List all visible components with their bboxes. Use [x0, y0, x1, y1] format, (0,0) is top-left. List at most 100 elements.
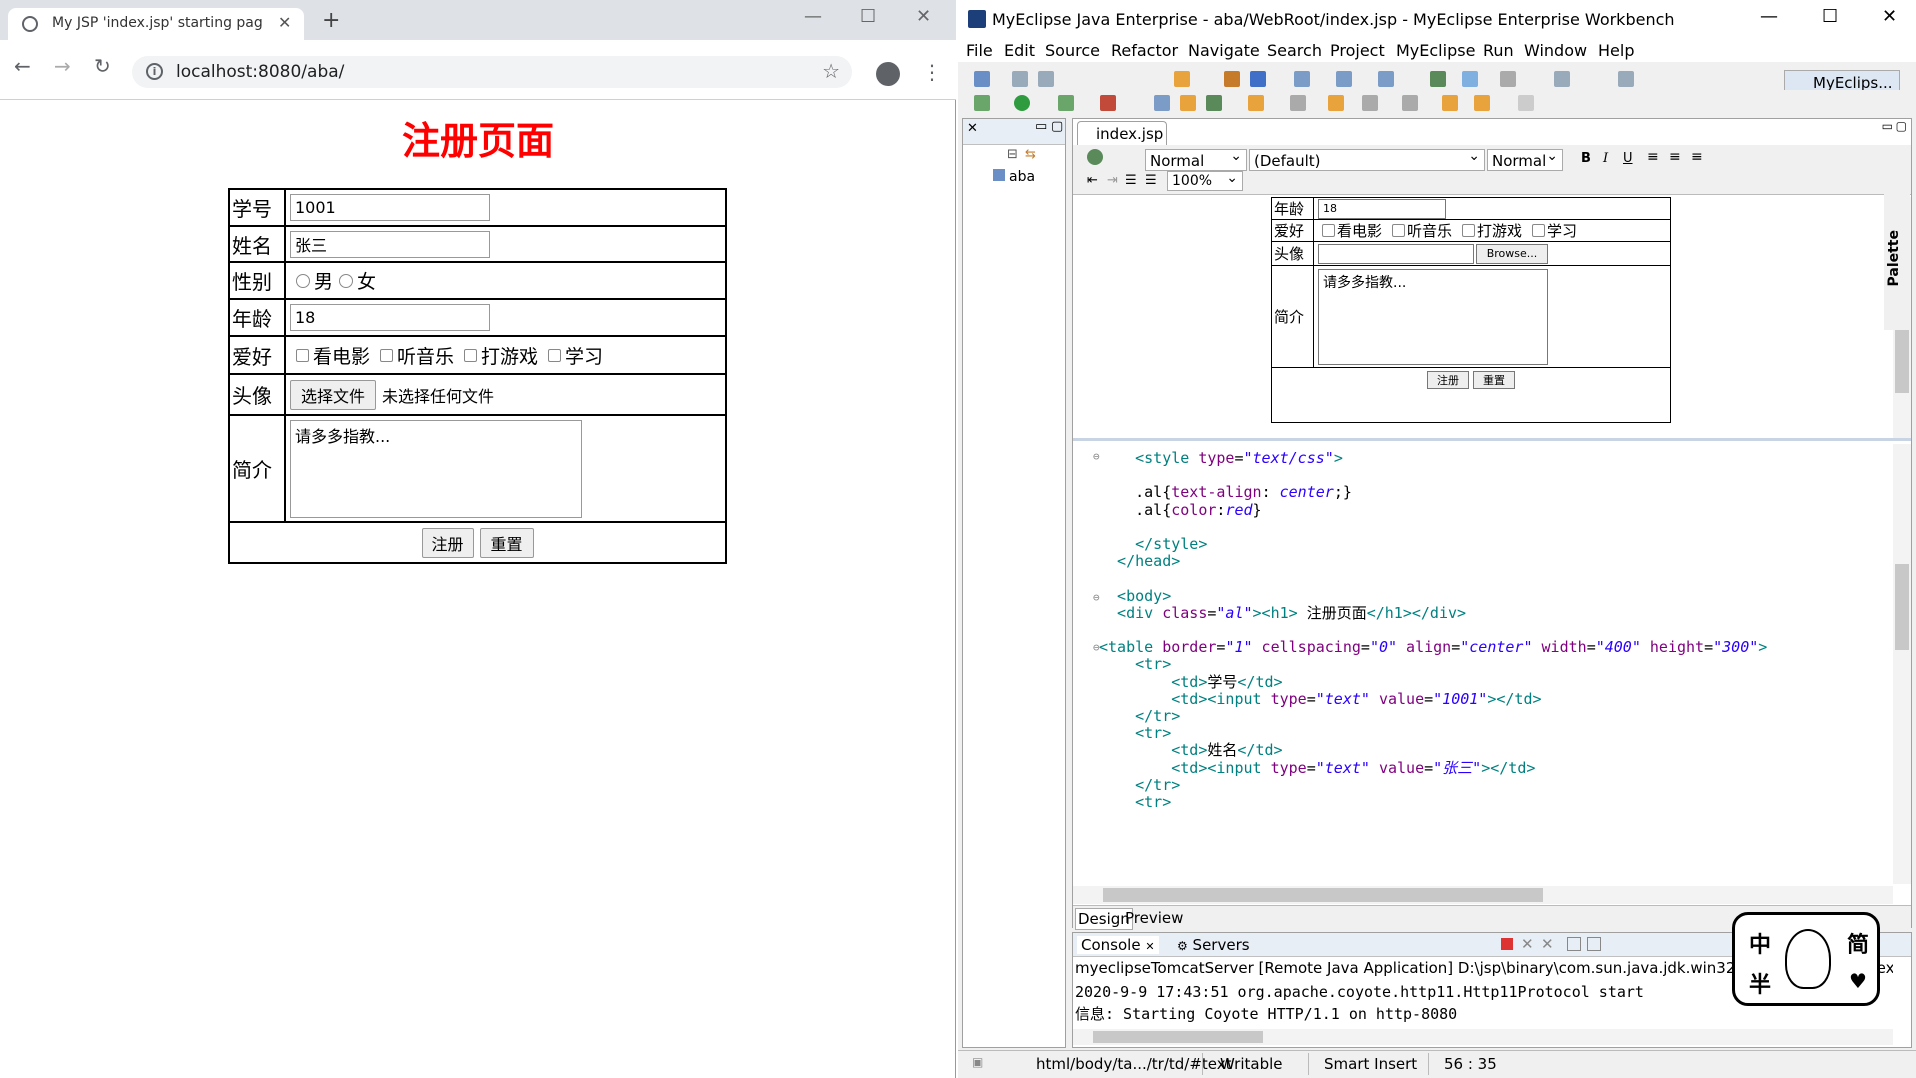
collapse-all-icon[interactable]: ⊟ — [1007, 147, 1018, 162]
align-right-icon[interactable]: ≡ — [1691, 149, 1703, 165]
source-view[interactable]: ⊖ ⊖ ⊖ <style type="text/css"> .al{text-a… — [1073, 444, 1893, 884]
forward-button[interactable]: → — [54, 54, 71, 78]
reload-button[interactable]: ↻ — [94, 54, 111, 78]
close-view-icon[interactable]: ✕ — [967, 121, 978, 136]
next-annotation-icon[interactable] — [1362, 95, 1378, 111]
tab-preview[interactable]: Preview — [1123, 908, 1185, 928]
d-file-input[interactable] — [1318, 243, 1474, 264]
new-tab-button[interactable]: + — [322, 8, 340, 33]
print-icon[interactable] — [1038, 71, 1054, 87]
prev-annotation-icon[interactable] — [1402, 95, 1418, 111]
scroll-lock-icon[interactable] — [1587, 937, 1601, 951]
align-center-icon[interactable]: ≡ — [1669, 149, 1681, 165]
id-input[interactable]: 1001 — [290, 194, 490, 221]
remove-all-icon[interactable]: ✕ — [1541, 935, 1554, 953]
menu-run[interactable]: Run — [1483, 41, 1514, 60]
reset-button[interactable]: 重置 — [479, 527, 534, 558]
hobby3-checkbox[interactable] — [464, 348, 478, 362]
underline-icon[interactable]: U — [1623, 151, 1633, 166]
tool-icon[interactable] — [1500, 71, 1516, 87]
maximize-button[interactable]: ☐ — [860, 6, 876, 27]
info-icon[interactable]: i — [146, 63, 163, 80]
remove-launch-icon[interactable]: ✕ — [1521, 935, 1534, 953]
maximize-editor-icon[interactable]: ▢ — [1896, 119, 1907, 133]
male-radio[interactable] — [296, 273, 310, 288]
terminate-icon[interactable] — [1501, 938, 1513, 950]
console-hscrollbar[interactable] — [1073, 1029, 1893, 1045]
size-combo[interactable]: Normal — [1487, 148, 1563, 171]
minimize-button[interactable]: — — [804, 6, 822, 27]
build-icon[interactable] — [1224, 71, 1240, 87]
open-task-icon[interactable] — [1180, 95, 1196, 111]
d-submit-button[interactable]: 注册 — [1427, 371, 1469, 389]
d-hobby1-checkbox[interactable] — [1322, 224, 1335, 237]
hobby1-checkbox[interactable] — [296, 348, 309, 362]
d-hobby4-checkbox[interactable] — [1532, 224, 1546, 237]
refresh-icon[interactable] — [1206, 95, 1222, 111]
tab-servers[interactable]: ⚙ Servers — [1177, 936, 1250, 954]
bullet-list-icon[interactable]: ☰ — [1145, 173, 1157, 188]
numbered-list-icon[interactable]: ☰ — [1125, 173, 1137, 188]
menu-source[interactable]: Source — [1045, 41, 1100, 60]
menu-project[interactable]: Project — [1330, 41, 1385, 60]
browser-tab[interactable]: My JSP 'index.jsp' starting pag ✕ — [8, 8, 304, 40]
source-horizontal-scrollbar[interactable] — [1073, 886, 1893, 904]
search-icon[interactable] — [1378, 71, 1394, 87]
close-tab-icon[interactable]: ✕ — [278, 13, 291, 32]
d-hobby2-checkbox[interactable] — [1392, 224, 1406, 237]
wizard-icon[interactable] — [1336, 71, 1352, 87]
submit-button[interactable]: 注册 — [421, 527, 474, 558]
link-editor-icon[interactable]: ⇆ — [1025, 147, 1036, 162]
ide-maximize-button[interactable]: ☐ — [1822, 6, 1838, 27]
external-tools-icon[interactable] — [1058, 95, 1074, 111]
stop-server-icon[interactable] — [1100, 95, 1116, 111]
view-icon[interactable] — [1618, 71, 1634, 87]
clear-console-icon[interactable] — [1567, 937, 1581, 951]
new-icon[interactable] — [974, 71, 990, 87]
indent-icon[interactable]: ⇥ — [1107, 173, 1118, 188]
folder-icon[interactable] — [1248, 95, 1264, 111]
minimize-editor-icon[interactable]: ▭ — [1882, 119, 1893, 133]
bold-icon[interactable]: B — [1581, 151, 1591, 166]
address-bar[interactable]: i localhost:8080/aba/ ☆ — [132, 56, 852, 88]
font-combo[interactable]: (Default) — [1249, 148, 1485, 171]
close-window-button[interactable]: ✕ — [916, 6, 931, 27]
deploy-icon[interactable] — [1250, 71, 1266, 87]
menu-help[interactable]: Help — [1598, 41, 1634, 60]
save-icon[interactable] — [1012, 71, 1028, 87]
maximize-view-icon[interactable]: ▢ — [1051, 119, 1063, 134]
hobby2-checkbox[interactable] — [380, 348, 394, 362]
account-icon[interactable] — [876, 62, 900, 86]
d-browse-button[interactable]: Browse... — [1476, 243, 1548, 264]
female-radio[interactable] — [339, 273, 354, 288]
debug-icon[interactable] — [1430, 71, 1446, 87]
run-icon[interactable] — [1014, 95, 1030, 111]
open-type-icon[interactable] — [1154, 95, 1170, 111]
age-input[interactable]: 18 — [290, 304, 490, 331]
browser-icon[interactable] — [1462, 71, 1478, 87]
format-combo[interactable]: Normal — [1145, 148, 1247, 171]
d-reset-button[interactable]: 重置 — [1473, 371, 1515, 389]
menu-refactor[interactable]: Refactor — [1111, 41, 1178, 60]
source-vertical-scrollbar[interactable] — [1893, 444, 1911, 884]
back-nav-icon[interactable] — [1474, 95, 1490, 111]
d-age-input[interactable]: 18 — [1318, 198, 1446, 219]
italic-icon[interactable]: I — [1603, 151, 1608, 166]
tree-item-aba[interactable]: aba — [993, 169, 1035, 185]
name-input[interactable]: 张三 — [290, 230, 490, 258]
menu-search[interactable]: Search — [1267, 41, 1322, 60]
d-intro-textarea[interactable]: 请多多指教... — [1318, 268, 1548, 365]
browser-menu-icon[interactable]: ⋮ — [922, 60, 942, 84]
pen-icon[interactable] — [1290, 95, 1306, 111]
editor-tab[interactable]: index.jsp ✕ — [1077, 121, 1167, 160]
palette-sidebar[interactable]: Palette — [1884, 190, 1910, 330]
intro-textarea[interactable]: 请多多指教... — [290, 419, 582, 518]
server-icon[interactable] — [1294, 71, 1310, 87]
debug-run-icon[interactable] — [974, 95, 990, 111]
tab-console[interactable]: Console ✕ — [1077, 936, 1159, 954]
close-console-icon[interactable]: ✕ — [1145, 940, 1154, 953]
refresh-design-icon[interactable] — [1087, 149, 1103, 165]
menu-file[interactable]: File — [966, 41, 993, 60]
back-button[interactable]: ← — [14, 54, 31, 78]
back-icon[interactable] — [1442, 95, 1458, 111]
